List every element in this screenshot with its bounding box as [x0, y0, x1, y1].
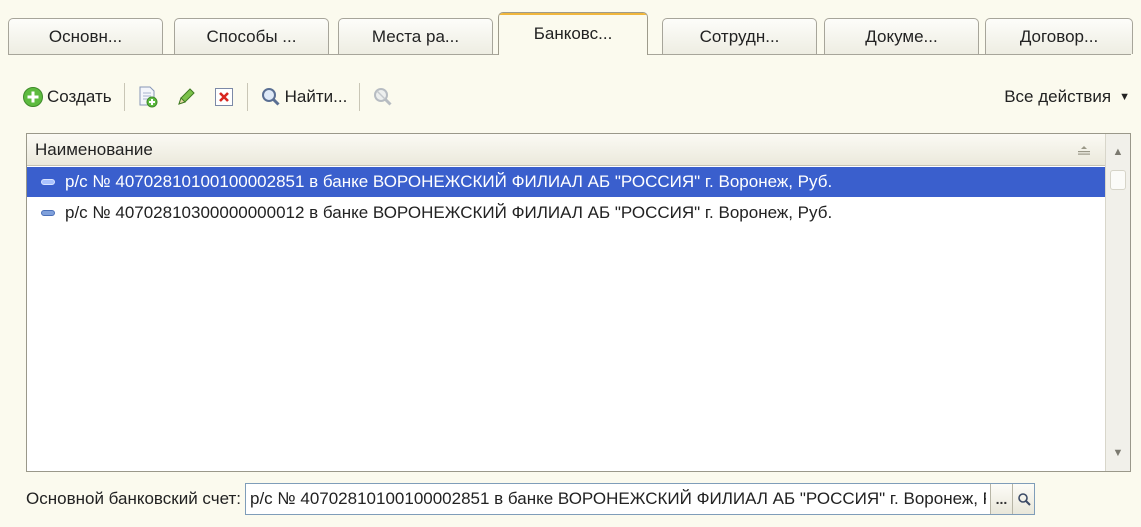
copy-icon	[139, 86, 158, 108]
choose-button[interactable]: ...	[990, 484, 1012, 514]
row-text: р/с № 40702810300000000012 в банке ВОРОН…	[65, 203, 833, 222]
create-button[interactable]: Создать	[18, 80, 116, 114]
tab-main[interactable]: Основн...	[8, 18, 163, 54]
table-row[interactable]: р/с № 40702810100100002851 в банке ВОРОН…	[27, 167, 1105, 197]
cancel-search-icon	[374, 88, 392, 106]
delete-button[interactable]	[209, 80, 239, 114]
all-actions-menu[interactable]: Все действия ▼	[1004, 76, 1130, 118]
edit-button[interactable]	[171, 80, 201, 114]
toolbar: Создать Найти... Все действия ▼	[18, 76, 1130, 118]
tab-places[interactable]: Места ра...	[338, 18, 493, 54]
cancel-search-button[interactable]	[368, 80, 398, 114]
copy-button[interactable]	[133, 80, 163, 114]
tab-label: Докуме...	[865, 26, 938, 46]
tab-label: Основн...	[48, 26, 123, 46]
edit-pencil-icon	[177, 88, 195, 105]
scroll-down-icon[interactable]: ▼	[1106, 439, 1130, 467]
tab-methods[interactable]: Способы ...	[174, 18, 329, 54]
open-button[interactable]	[1012, 484, 1034, 514]
add-icon	[23, 87, 43, 107]
main-account-row: Основной банковский счет: ...	[26, 480, 1141, 518]
find-icon	[261, 88, 280, 106]
tab-label: Способы ...	[206, 26, 297, 46]
tab-contracts[interactable]: Договор...	[985, 18, 1133, 54]
tab-employees[interactable]: Сотрудн...	[662, 18, 817, 54]
toolbar-separator	[246, 83, 248, 111]
scroll-up-icon[interactable]: ▲	[1106, 138, 1130, 166]
tab-label: Места ра...	[371, 26, 460, 46]
dropdown-arrow-icon: ▼	[1119, 91, 1130, 103]
find-label: Найти...	[284, 87, 348, 106]
form-frame: Основн... Способы ... Места ра... Банков…	[8, 10, 1141, 527]
tab-bar: Основн... Способы ... Места ра... Банков…	[8, 10, 1136, 55]
tab-bank-accounts[interactable]: Банковс...	[498, 12, 648, 55]
row-text: р/с № 40702810100100002851 в банке ВОРОН…	[65, 172, 833, 191]
create-label: Создать	[47, 87, 112, 106]
main-account-label: Основной банковский счет:	[26, 489, 241, 508]
table-row[interactable]: р/с № 40702810300000000012 в банке ВОРОН…	[27, 198, 1105, 228]
search-icon	[1017, 493, 1031, 506]
list-item-icon	[41, 210, 55, 216]
column-header-name[interactable]: Наименование	[27, 134, 1105, 166]
toolbar-separator	[359, 83, 361, 111]
all-actions-label: Все действия	[1004, 87, 1112, 106]
scroll-thumb[interactable]	[1110, 170, 1126, 190]
list-item-icon	[41, 179, 55, 185]
toolbar-separator	[123, 83, 125, 111]
tab-label: Банковс...	[533, 24, 613, 43]
main-account-input[interactable]	[246, 484, 1034, 514]
vertical-scrollbar[interactable]: ▲ ▼	[1105, 134, 1130, 471]
main-account-field: ...	[245, 483, 1035, 515]
bank-accounts-table: Наименование р/с № 40702810100100002851 …	[26, 133, 1131, 472]
tab-label: Сотрудн...	[699, 26, 780, 46]
tab-label: Договор...	[1019, 26, 1099, 46]
delete-icon	[214, 88, 233, 106]
sort-icon	[1078, 146, 1090, 155]
column-header-label: Наименование	[35, 139, 153, 159]
find-button[interactable]: Найти...	[256, 80, 352, 114]
tab-documents[interactable]: Докуме...	[824, 18, 979, 54]
